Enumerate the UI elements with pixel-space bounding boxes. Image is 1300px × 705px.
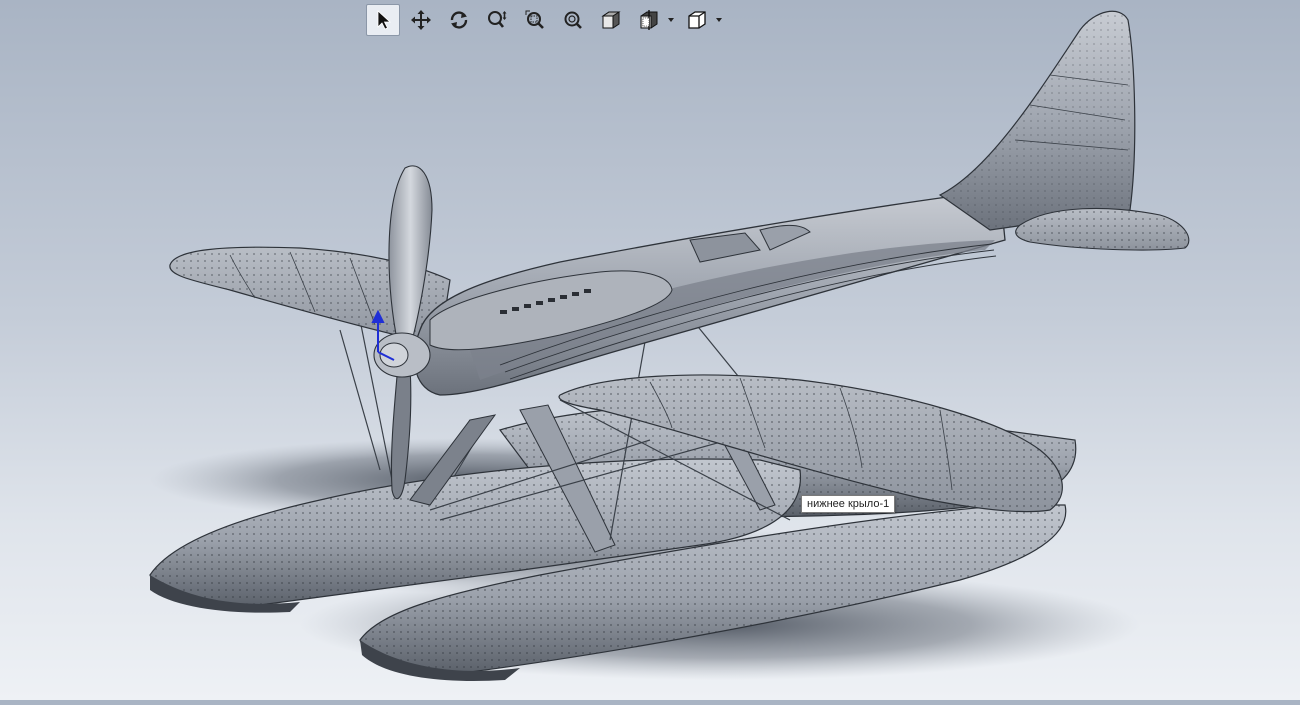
move-arrows-icon (411, 10, 431, 30)
wireframe-cube-icon (688, 11, 706, 29)
pan-button[interactable] (404, 4, 438, 36)
chevron-down-icon (668, 18, 674, 22)
view-orientation-button[interactable] (680, 4, 714, 36)
display-style-button[interactable] (594, 4, 628, 36)
graphics-viewport[interactable] (0, 0, 1300, 700)
shaded-cube-icon (601, 11, 621, 29)
hover-tooltip: нижнее крыло-1 (801, 495, 896, 513)
section-cube-icon (640, 10, 658, 30)
heads-up-view-toolbar (366, 3, 724, 37)
cursor-arrow-icon (377, 10, 392, 30)
fuselage[interactable] (413, 189, 1006, 396)
tail-fin[interactable] (938, 10, 1136, 231)
horizontal-stabilizer[interactable] (1015, 207, 1190, 251)
select-tool-button[interactable] (366, 4, 400, 36)
zoom-in-out-button[interactable] (480, 4, 514, 36)
rotate-view-button[interactable] (442, 4, 476, 36)
seaplane-model[interactable] (0, 0, 1300, 700)
view-orientation-dropdown[interactable] (714, 4, 724, 36)
zoom-in-out-icon (488, 11, 507, 28)
zoom-fit-icon (564, 11, 582, 29)
zoom-to-area-button[interactable] (518, 4, 552, 36)
rotate-view-icon (450, 11, 468, 29)
chevron-down-icon (716, 18, 722, 22)
zoom-area-icon (525, 10, 544, 29)
section-view-button[interactable] (632, 4, 666, 36)
section-view-dropdown[interactable] (666, 4, 676, 36)
zoom-to-fit-button[interactable] (556, 4, 590, 36)
